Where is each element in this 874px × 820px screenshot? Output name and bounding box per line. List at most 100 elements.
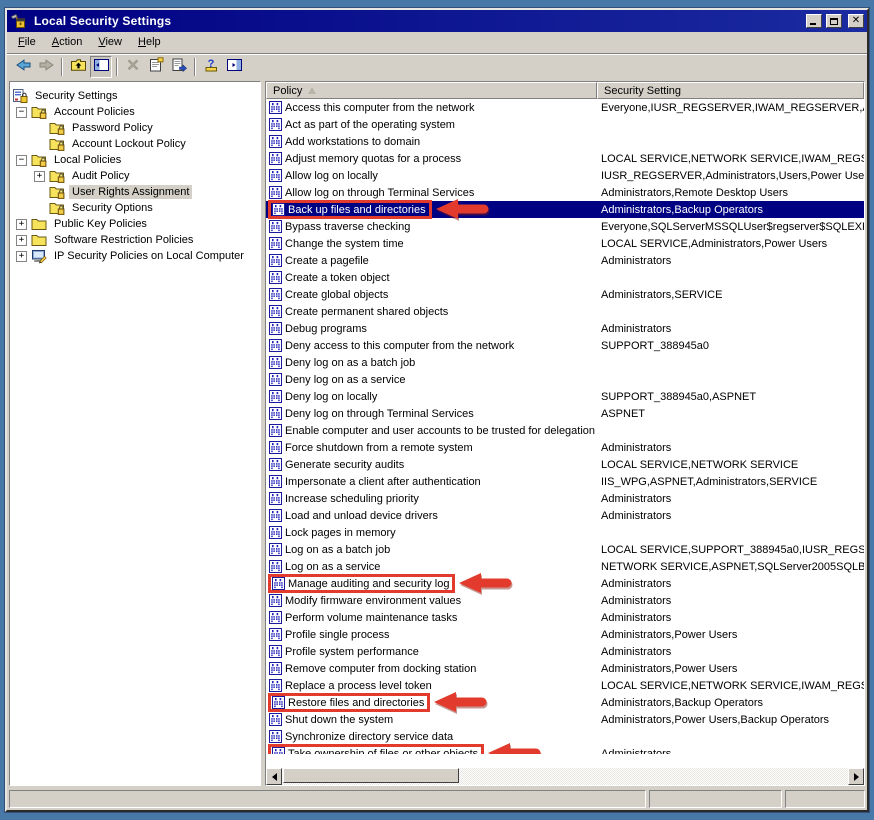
properties-button[interactable] [145, 56, 167, 78]
folder-lock-icon [49, 136, 65, 152]
policy-row-deny-log-on-through-terminal-services[interactable]: Deny log on through Terminal ServicesASP… [266, 405, 864, 422]
collapse-minus-icon[interactable]: − [16, 155, 27, 166]
policy-row-remove-computer-from-docking-station[interactable]: Remove computer from docking stationAdmi… [266, 660, 864, 677]
show-hide-action-pane-button[interactable] [223, 56, 245, 78]
policy-row-take-ownership-of-files-or-other-objects[interactable]: Take ownership of files or other objects… [266, 745, 864, 754]
policy-label-group: Act as part of the operating system [268, 118, 458, 131]
policy-row-perform-volume-maintenance-tasks[interactable]: Perform volume maintenance tasksAdminist… [266, 609, 864, 626]
policy-row-impersonate-a-client-after-authentication[interactable]: Impersonate a client after authenticatio… [266, 473, 864, 490]
policy-row-act-as-part-of-the-operating-system[interactable]: Act as part of the operating system [266, 116, 864, 133]
close-button[interactable]: ✕ [848, 14, 864, 28]
policy-row-manage-auditing-and-security-log[interactable]: Manage auditing and security logAdminist… [266, 575, 864, 592]
minimize-button[interactable] [806, 14, 822, 28]
status-panel-3 [785, 790, 865, 808]
policy-row-allow-log-on-locally[interactable]: Allow log on locallyIUSR_REGSERVER,Admin… [266, 167, 864, 184]
policy-row-modify-firmware-environment-values[interactable]: Modify firmware environment valuesAdmini… [266, 592, 864, 609]
show-hide-console-tree-button[interactable] [90, 56, 112, 78]
policy-row-debug-programs[interactable]: Debug programsAdministrators [266, 320, 864, 337]
security-setting-cell: Administrators [597, 510, 864, 522]
policy-row-deny-log-on-as-a-batch-job[interactable]: Deny log on as a batch job [266, 354, 864, 371]
policy-icon [269, 458, 282, 471]
forward-button[interactable] [35, 56, 57, 78]
policy-row-create-permanent-shared-objects[interactable]: Create permanent shared objects [266, 303, 864, 320]
policy-label-group: Deny log on as a batch job [268, 356, 418, 369]
delete-button[interactable] [122, 56, 144, 78]
policy-row-create-a-token-object[interactable]: Create a token object [266, 269, 864, 286]
tree-item-local-policies[interactable]: −Local Policies [10, 152, 260, 168]
policy-row-replace-a-process-level-token[interactable]: Replace a process level tokenLOCAL SERVI… [266, 677, 864, 694]
tree-item-security-settings[interactable]: Security Settings [10, 88, 260, 104]
security-setting-cell: SUPPORT_388945a0 [597, 340, 864, 352]
policy-row-increase-scheduling-priority[interactable]: Increase scheduling priorityAdministrato… [266, 490, 864, 507]
policy-row-log-on-as-a-batch-job[interactable]: Log on as a batch jobLOCAL SERVICE,SUPPO… [266, 541, 864, 558]
tree-item-software-restriction-policies[interactable]: +Software Restriction Policies [10, 232, 260, 248]
policy-row-create-a-pagefile[interactable]: Create a pagefileAdministrators [266, 252, 864, 269]
tree-item-ip-security-policies-on-local-computer[interactable]: +IP Security Policies on Local Computer [10, 248, 260, 264]
scrollbar-track[interactable] [282, 768, 848, 785]
help-button[interactable]: ? [200, 56, 222, 78]
policy-row-allow-log-on-through-terminal-services[interactable]: Allow log on through Terminal ServicesAd… [266, 184, 864, 201]
column-header-security-setting[interactable]: Security Setting [597, 82, 864, 99]
expand-plus-icon[interactable]: + [34, 171, 45, 182]
menu-help[interactable]: Help [131, 34, 168, 51]
policy-row-change-the-system-time[interactable]: Change the system timeLOCAL SERVICE,Admi… [266, 235, 864, 252]
collapse-minus-icon[interactable]: − [16, 107, 27, 118]
menu-action[interactable]: Action [45, 34, 90, 51]
tree-item-password-policy[interactable]: Password Policy [10, 120, 260, 136]
policy-row-shut-down-the-system[interactable]: Shut down the systemAdministrators,Power… [266, 711, 864, 728]
policy-row-synchronize-directory-service-data[interactable]: Synchronize directory service data [266, 728, 864, 745]
horizontal-scrollbar [266, 768, 864, 785]
tree-item-public-key-policies[interactable]: +Public Key Policies [10, 216, 260, 232]
policy-row-deny-log-on-locally[interactable]: Deny log on locallySUPPORT_388945a0,ASPN… [266, 388, 864, 405]
policy-row-generate-security-audits[interactable]: Generate security auditsLOCAL SERVICE,NE… [266, 456, 864, 473]
policy-name: Change the system time [285, 238, 404, 250]
policy-row-adjust-memory-quotas-for-a-process[interactable]: Adjust memory quotas for a processLOCAL … [266, 150, 864, 167]
expand-plus-icon[interactable]: + [16, 235, 27, 246]
policy-row-lock-pages-in-memory[interactable]: Lock pages in memory [266, 524, 864, 541]
menu-file[interactable]: File [11, 34, 43, 51]
tree-item-user-rights-assignment[interactable]: User Rights Assignment [10, 184, 260, 200]
maximize-button[interactable] [826, 14, 842, 28]
scrollbar-thumb[interactable] [283, 768, 459, 783]
policy-row-restore-files-and-directories[interactable]: Restore files and directoriesAdministrat… [266, 694, 864, 711]
policy-label-group: Profile system performance [268, 645, 422, 658]
menu-view[interactable]: View [91, 34, 129, 51]
policy-icon [269, 288, 282, 301]
policy-row-add-workstations-to-domain[interactable]: Add workstations to domain [266, 133, 864, 150]
scroll-left-button[interactable] [266, 768, 282, 785]
export-list-button[interactable] [168, 56, 190, 78]
policy-row-bypass-traverse-checking[interactable]: Bypass traverse checkingEveryone,SQLServ… [266, 218, 864, 235]
policy-name: Deny log on as a batch job [285, 357, 415, 369]
tree-item-account-lockout-policy[interactable]: Account Lockout Policy [10, 136, 260, 152]
expand-plus-icon[interactable]: + [16, 251, 27, 262]
toolbar-separator [61, 58, 63, 76]
policy-label-group: Allow log on locally [268, 169, 381, 182]
policy-row-deny-access-to-this-computer-from-the-network[interactable]: Deny access to this computer from the ne… [266, 337, 864, 354]
tree-item-account-policies[interactable]: −Account Policies [10, 104, 260, 120]
policy-row-load-and-unload-device-drivers[interactable]: Load and unload device driversAdministra… [266, 507, 864, 524]
expand-plus-icon[interactable]: + [16, 219, 27, 230]
policy-icon [269, 441, 282, 454]
export-list-icon [171, 57, 188, 76]
security-setting-cell: Administrators,Backup Operators [597, 697, 864, 709]
policy-row-force-shutdown-from-a-remote-system[interactable]: Force shutdown from a remote systemAdmin… [266, 439, 864, 456]
security-setting-cell: Administrators [597, 578, 864, 590]
policy-row-profile-system-performance[interactable]: Profile system performanceAdministrators [266, 643, 864, 660]
back-button[interactable] [12, 56, 34, 78]
policy-row-back-up-files-and-directories[interactable]: Back up files and directoriesAdministrat… [266, 201, 864, 218]
policy-row-access-this-computer-from-the-network[interactable]: Access this computer from the networkEve… [266, 99, 864, 116]
tree-item-audit-policy[interactable]: +Audit Policy [10, 168, 260, 184]
policy-row-create-global-objects[interactable]: Create global objectsAdministrators,SERV… [266, 286, 864, 303]
policy-row-deny-log-on-as-a-service[interactable]: Deny log on as a service [266, 371, 864, 388]
up-one-level-button[interactable] [67, 56, 89, 78]
tree-item-security-options[interactable]: Security Options [10, 200, 260, 216]
policy-row-profile-single-process[interactable]: Profile single processAdministrators,Pow… [266, 626, 864, 643]
policy-name: Profile system performance [285, 646, 419, 658]
policy-name: Access this computer from the network [285, 102, 475, 114]
scroll-right-button[interactable] [848, 768, 864, 785]
console-tree-pane[interactable]: Security Settings−Account PoliciesPasswo… [9, 81, 261, 786]
policy-row-enable-computer-and-user-accounts-to-be-trusted-for-delegation[interactable]: Enable computer and user accounts to be … [266, 422, 864, 439]
column-header-policy[interactable]: Policy [266, 82, 597, 99]
policy-row-log-on-as-a-service[interactable]: Log on as a serviceNETWORK SERVICE,ASPNE… [266, 558, 864, 575]
policy-list-pane: Policy Security Setting Access this comp… [265, 81, 865, 786]
